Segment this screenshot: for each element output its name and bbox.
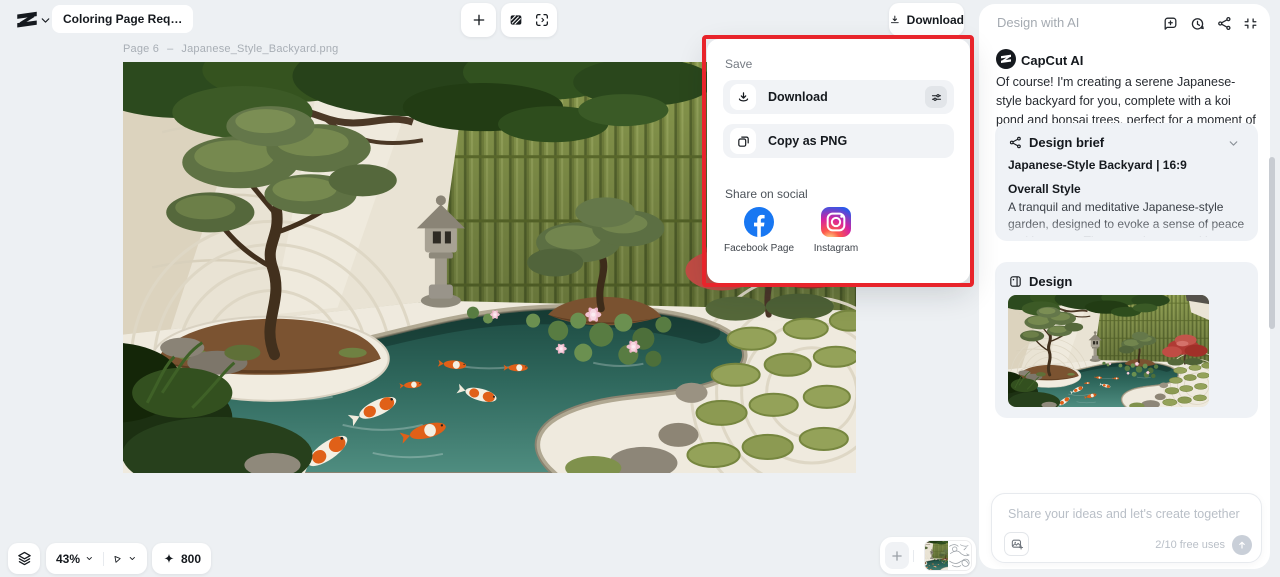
design-brief-card[interactable]: Design brief Japanese-Style Backyard | 1…	[995, 123, 1258, 241]
divider	[913, 550, 914, 562]
canvas-tools-group	[501, 3, 557, 37]
resize-crop-icon[interactable]	[534, 12, 550, 28]
design-card: Design	[995, 262, 1258, 418]
zoom-level[interactable]: 43%	[56, 552, 80, 566]
copy-as-png-row[interactable]: Copy as PNG	[723, 124, 954, 158]
credits-count: 800	[181, 552, 201, 566]
share-section-title: Share on social	[725, 187, 808, 201]
share-facebook-button[interactable]: Facebook Page	[715, 207, 803, 254]
save-section-title: Save	[725, 57, 752, 71]
brief-section-heading: Overall Style	[1008, 182, 1081, 196]
plus-icon	[890, 549, 904, 563]
copy-icon-box	[730, 128, 756, 154]
plus-icon	[471, 12, 487, 28]
brief-fade-overlay	[999, 219, 1254, 241]
preview-chevron-icon[interactable]	[128, 553, 137, 564]
save-download-row[interactable]: Download	[723, 80, 954, 114]
capcut-logo	[14, 10, 40, 32]
add-image-icon	[1010, 537, 1024, 551]
page-number-label: Page 6	[123, 43, 159, 55]
brief-subtitle: Japanese-Style Backyard | 16:9	[1008, 158, 1187, 172]
project-title[interactable]: Coloring Page Req…	[52, 5, 193, 33]
page-thumbnail[interactable]	[925, 541, 971, 570]
layers-button[interactable]	[8, 543, 40, 574]
design-brief-icon	[1008, 135, 1023, 150]
panel-title: Design with AI	[997, 15, 1079, 30]
credits-button[interactable]: 800	[152, 543, 211, 574]
download-button[interactable]: Download	[889, 3, 964, 36]
collapse-brief-chevron-icon[interactable]	[1227, 137, 1240, 150]
download-settings-button[interactable]	[925, 86, 947, 108]
sparkle-icon	[162, 552, 176, 566]
pages-strip	[880, 537, 976, 574]
instagram-label: Instagram	[792, 243, 880, 254]
design-brief-title: Design brief	[1029, 135, 1104, 150]
chat-composer: 2/10 free uses	[991, 493, 1262, 563]
copy-row-label: Copy as PNG	[768, 134, 847, 148]
download-icon	[736, 90, 751, 105]
file-name-label: Japanese_Style_Backyard.png	[181, 43, 338, 55]
preview-play-icon[interactable]	[112, 552, 123, 566]
history-icon[interactable]	[1189, 15, 1206, 32]
save-popup: Save Download Copy a	[707, 39, 970, 283]
download-row-label: Download	[768, 90, 828, 104]
collapse-panel-icon[interactable]	[1242, 15, 1259, 32]
page-breadcrumb: Page 6–Japanese_Style_Backyard.png	[123, 43, 346, 55]
download-icon	[889, 13, 901, 27]
assistant-panel: Design with AI CapCut AI Of course! I'm …	[979, 4, 1270, 569]
facebook-label: Facebook Page	[715, 243, 803, 254]
facebook-icon	[744, 207, 774, 237]
design-result-thumbnail[interactable]	[1008, 295, 1209, 407]
add-page-button[interactable]	[885, 542, 909, 569]
copy-icon	[736, 134, 751, 149]
design-icon	[1008, 274, 1023, 289]
bot-name: CapCut AI	[1021, 53, 1083, 68]
attach-image-button[interactable]	[1004, 532, 1029, 556]
new-chat-icon[interactable]	[1162, 15, 1179, 32]
download-icon-box	[730, 84, 756, 110]
instagram-icon	[821, 207, 851, 237]
breadcrumb-separator: –	[167, 43, 173, 55]
send-button[interactable]	[1232, 535, 1252, 555]
send-arrow-icon	[1236, 539, 1248, 551]
chevron-down-icon[interactable]	[39, 14, 52, 27]
sliders-icon	[930, 91, 943, 104]
share-icon[interactable]	[1216, 15, 1233, 32]
zoom-chevron-icon[interactable]	[85, 553, 94, 564]
add-element-button[interactable]	[461, 3, 496, 37]
capcut-ai-avatar	[996, 49, 1016, 69]
design-card-title: Design	[1029, 274, 1072, 289]
download-button-label: Download	[907, 13, 964, 27]
divider	[103, 552, 104, 566]
share-instagram-button[interactable]: Instagram	[792, 207, 880, 254]
layers-icon	[16, 550, 33, 567]
background-fill-icon[interactable]	[508, 12, 524, 28]
chat-input[interactable]	[1008, 504, 1246, 524]
canvas-zoom-controls: 43%	[46, 543, 147, 574]
panel-scrollbar[interactable]	[1269, 157, 1275, 329]
usage-counter: 2/10 free uses	[1155, 539, 1225, 551]
